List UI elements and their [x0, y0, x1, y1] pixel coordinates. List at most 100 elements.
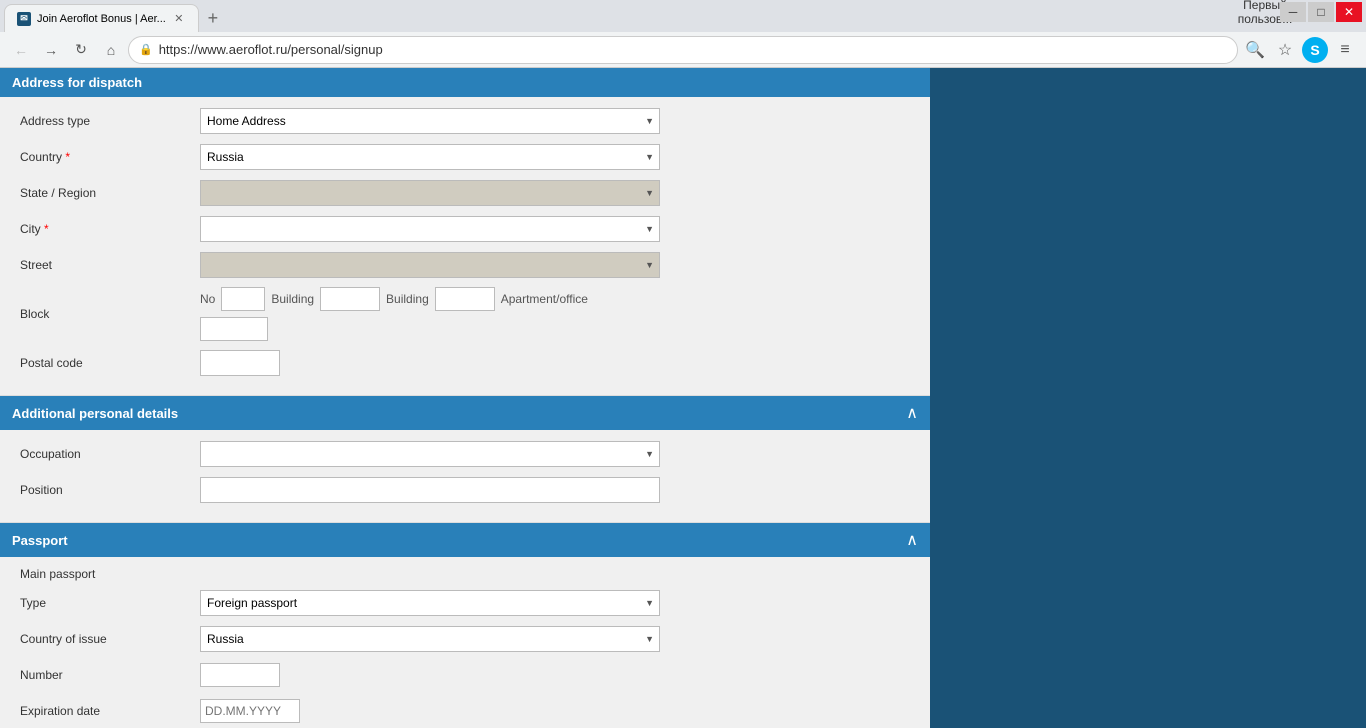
browser-tab[interactable]: ✉ Join Aeroflot Bonus | Aer... ✕: [4, 4, 199, 32]
new-tab-button[interactable]: +: [199, 4, 227, 32]
tab-close-button[interactable]: ✕: [172, 12, 186, 26]
passport-country-control: Russia: [200, 626, 660, 652]
browser-content: Address for dispatch Address type Home A…: [0, 68, 1366, 728]
additional-details-section: Additional personal details ∧ Occupation: [0, 396, 930, 523]
postal-label: Postal code: [20, 356, 200, 370]
tab-title: Join Aeroflot Bonus | Aer...: [37, 13, 166, 25]
maximize-button[interactable]: □: [1308, 2, 1334, 22]
address-bar[interactable]: 🔒 https://www.aeroflot.ru/personal/signu…: [128, 36, 1238, 64]
navigation-bar: ← → ↻ ⌂ 🔒 https://www.aeroflot.ru/person…: [0, 32, 1366, 68]
country-select-wrapper[interactable]: Russia: [200, 144, 660, 170]
passport-country-select[interactable]: Russia: [200, 626, 660, 652]
address-type-select[interactable]: Home Address: [200, 108, 660, 134]
block-building2-label: Building: [386, 292, 429, 306]
passport-number-label: Number: [20, 668, 200, 682]
block-row: Block No Building Building Apartment/off…: [20, 287, 910, 341]
lock-icon: 🔒: [139, 43, 153, 56]
occupation-select[interactable]: [200, 441, 660, 467]
block-building1-input[interactable]: [320, 287, 380, 311]
passport-country-select-wrapper[interactable]: Russia: [200, 626, 660, 652]
passport-type-label: Type: [20, 596, 200, 610]
postal-control: [200, 350, 660, 376]
block-no-label: No: [200, 292, 215, 306]
occupation-label: Occupation: [20, 447, 200, 461]
country-control: Russia: [200, 144, 660, 170]
country-label: Country *: [20, 150, 200, 164]
user-button[interactable]: Первый пользов...: [1252, 2, 1278, 22]
country-row: Country * Russia: [20, 143, 910, 171]
forward-button[interactable]: →: [38, 37, 64, 63]
skype-icon[interactable]: S: [1302, 37, 1328, 63]
passport-body: Main passport Type Foreign passport: [0, 557, 930, 728]
block-label: Block: [20, 307, 200, 321]
additional-details-title: Additional personal details: [12, 406, 178, 421]
position-input[interactable]: [200, 477, 660, 503]
passport-type-select[interactable]: Foreign passport: [200, 590, 660, 616]
state-select-wrapper[interactable]: [200, 180, 660, 206]
state-region-row: State / Region: [20, 179, 910, 207]
city-label: City *: [20, 222, 200, 236]
country-select[interactable]: Russia: [200, 144, 660, 170]
block-apt-input[interactable]: [200, 317, 268, 341]
address-type-select-wrapper[interactable]: Home Address: [200, 108, 660, 134]
address-type-row: Address type Home Address: [20, 107, 910, 135]
tab-favicon: ✉: [17, 12, 31, 26]
refresh-button[interactable]: ↻: [68, 37, 94, 63]
city-row: City *: [20, 215, 910, 243]
country-required: *: [62, 150, 70, 164]
passport-expiry-label: Expiration date: [20, 704, 200, 718]
passport-expiry-control: [200, 699, 660, 723]
occupation-select-wrapper[interactable]: [200, 441, 660, 467]
menu-icon[interactable]: ≡: [1332, 37, 1358, 63]
bookmark-icon[interactable]: ☆: [1272, 37, 1298, 63]
passport-collapse-icon[interactable]: ∧: [906, 530, 918, 550]
block-no-input[interactable]: [221, 287, 265, 311]
passport-country-row: Country of issue Russia: [20, 625, 910, 653]
address-type-control: Home Address: [200, 108, 660, 134]
city-select-wrapper[interactable]: [200, 216, 660, 242]
street-control: [200, 252, 660, 278]
passport-number-control: [200, 663, 660, 687]
side-panel: [930, 68, 1366, 728]
city-required: *: [41, 222, 49, 236]
address-dispatch-title: Address for dispatch: [12, 75, 142, 90]
street-select-wrapper[interactable]: [200, 252, 660, 278]
passport-section: Passport ∧ Main passport Type Foreign pa…: [0, 523, 930, 728]
city-select[interactable]: [200, 216, 660, 242]
street-label: Street: [20, 258, 200, 272]
additional-details-collapse-icon[interactable]: ∧: [906, 403, 918, 423]
nav-right-icons: 🔍 ☆ S ≡: [1242, 37, 1358, 63]
street-row: Street: [20, 251, 910, 279]
passport-country-label: Country of issue: [20, 632, 200, 646]
browser-window: ✉ Join Aeroflot Bonus | Aer... ✕ + Первы…: [0, 0, 1366, 728]
address-dispatch-body: Address type Home Address Country *: [0, 97, 930, 396]
state-region-select[interactable]: [200, 180, 660, 206]
occupation-control: [200, 441, 660, 467]
passport-type-select-wrapper[interactable]: Foreign passport: [200, 590, 660, 616]
close-button[interactable]: ✕: [1336, 2, 1362, 22]
minimize-button[interactable]: ─: [1280, 2, 1306, 22]
block-apt-label: Apartment/office: [501, 292, 588, 306]
passport-expiry-input[interactable]: [200, 699, 300, 723]
block-building2-input[interactable]: [435, 287, 495, 311]
tab-bar: ✉ Join Aeroflot Bonus | Aer... ✕ +: [0, 0, 1366, 32]
position-label: Position: [20, 483, 200, 497]
postal-row: Postal code: [20, 349, 910, 377]
back-button[interactable]: ←: [8, 37, 34, 63]
passport-header: Passport ∧: [0, 523, 930, 557]
postal-input[interactable]: [200, 350, 280, 376]
occupation-row: Occupation: [20, 440, 910, 468]
url-text: https://www.aeroflot.ru/personal/signup: [159, 42, 1227, 57]
passport-expiry-row: Expiration date: [20, 697, 910, 725]
home-button[interactable]: ⌂: [98, 37, 124, 63]
block-building1-label: Building: [271, 292, 314, 306]
street-select[interactable]: [200, 252, 660, 278]
additional-details-header: Additional personal details ∧: [0, 396, 930, 430]
search-icon[interactable]: 🔍: [1242, 37, 1268, 63]
block-control: No Building Building Apartment/office: [200, 287, 660, 341]
window-controls: Первый пользов... ─ □ ✕: [1252, 2, 1362, 22]
passport-number-input[interactable]: [200, 663, 280, 687]
passport-type-row: Type Foreign passport: [20, 589, 910, 617]
position-row: Position: [20, 476, 910, 504]
main-passport-label: Main passport: [20, 567, 910, 581]
